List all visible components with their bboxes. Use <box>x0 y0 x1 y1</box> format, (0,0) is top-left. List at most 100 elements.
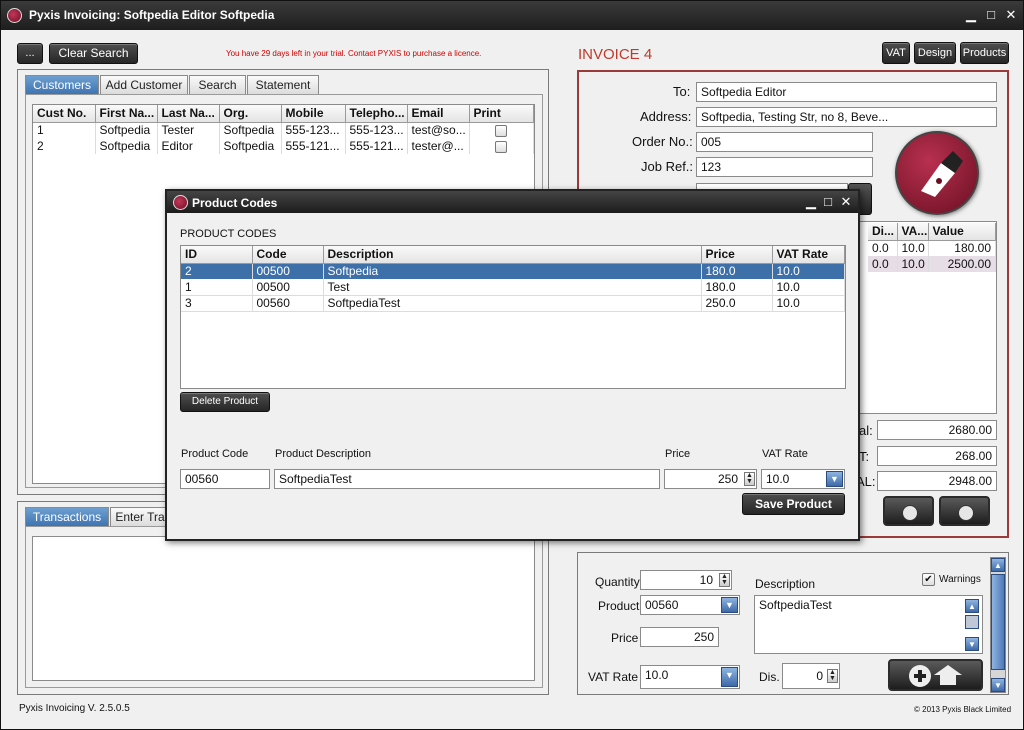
line-entry-scrollbar[interactable]: ▲ ▼ <box>990 557 1006 693</box>
minimize-icon[interactable]: ▁ <box>963 7 979 23</box>
discount-label: Dis. <box>759 670 780 684</box>
address-field[interactable]: Softpedia, Testing Str, no 8, Beve... <box>696 107 997 127</box>
product-label: Product <box>598 599 640 613</box>
to-label: To: <box>673 84 691 99</box>
product-codes-grid[interactable]: ID Code Description Price VAT Rate 2 005… <box>180 245 846 389</box>
product-price-stepper[interactable]: 250 ▲ ▼ <box>664 469 757 489</box>
product-code-field[interactable]: 00560 <box>180 469 270 489</box>
cell: SoftpediaTest <box>323 295 702 311</box>
fountain-pen-icon <box>921 151 963 197</box>
product-price-spin-icon[interactable]: ▲ ▼ <box>744 472 755 486</box>
warnings-label: Warnings <box>939 574 981 585</box>
table-row-selected[interactable]: 2 00500 Softpedia 180.0 10.0 <box>181 263 845 279</box>
dialog-maximize-icon[interactable]: □ <box>820 194 836 210</box>
col-code[interactable]: Code <box>252 246 324 264</box>
collapse-button[interactable]: ... <box>17 43 43 64</box>
description-scroll-up[interactable]: ▲ <box>965 599 979 613</box>
tab-customers[interactable]: Customers <box>25 75 99 94</box>
tab-add-customer[interactable]: Add Customer <box>100 75 188 94</box>
col-mobile[interactable]: Mobile <box>281 105 346 123</box>
invoice-lines-table: Di... VA... Value 0.0 10.0 180.00 0.0 10… <box>868 223 996 272</box>
col-discount[interactable]: Di... <box>868 223 898 241</box>
cell: 180.0 <box>701 263 773 279</box>
table-row[interactable]: 0.0 10.0 180.00 <box>868 240 996 256</box>
tab-search[interactable]: Search <box>189 75 246 94</box>
warnings-checkbox[interactable]: ✔ <box>922 573 935 586</box>
product-vat-rate-select[interactable]: 10.0 ▼ <box>761 469 845 489</box>
scroll-up-icon[interactable]: ▲ <box>991 558 1005 572</box>
description-textarea[interactable]: SoftpediaTest <box>754 595 983 654</box>
product-codes-dialog: Product Codes ▁ □ ✕ PRODUCT CODES ID Cod… <box>165 189 860 541</box>
product-description-field[interactable]: SoftpediaTest <box>274 469 660 489</box>
save-invoice-button[interactable] <box>939 496 990 526</box>
col-id[interactable]: ID <box>181 246 253 264</box>
products-button[interactable]: Products <box>960 42 1009 64</box>
description-scroll-thumb[interactable] <box>965 615 979 629</box>
col-price[interactable]: Price <box>701 246 773 264</box>
col-email[interactable]: Email <box>407 105 470 123</box>
description-scroll-down[interactable]: ▼ <box>965 637 979 651</box>
product-value: 00560 <box>645 598 679 612</box>
dialog-minimize-icon[interactable]: ▁ <box>803 194 819 210</box>
col-print[interactable]: Print <box>469 105 534 123</box>
cell: Softpedia <box>219 122 282 138</box>
vat-total-label: T: <box>859 449 870 464</box>
tab-transactions[interactable]: Transactions <box>25 507 109 526</box>
customers-header-row: Cust No. First Na... Last Na... Org. Mob… <box>33 105 534 123</box>
table-row[interactable]: 3 00560 SoftpediaTest 250.0 10.0 <box>181 295 845 311</box>
col-value[interactable]: Value <box>928 223 996 241</box>
print-cell <box>469 138 534 154</box>
transactions-grid[interactable] <box>32 536 535 681</box>
cell: 0.0 <box>868 240 898 256</box>
table-row[interactable]: 1 00500 Test 180.0 10.0 <box>181 279 845 295</box>
scroll-thumb[interactable] <box>991 574 1005 670</box>
print-checkbox[interactable] <box>495 125 508 138</box>
tab-statement[interactable]: Statement <box>247 75 319 94</box>
discount-stepper[interactable]: 0 ▲ ▼ <box>782 663 840 689</box>
chevron-down-icon[interactable]: ▼ <box>721 597 738 613</box>
new-invoice-button[interactable] <box>883 496 934 526</box>
job-ref-field[interactable]: 123 <box>696 157 873 177</box>
col-vat-rate[interactable]: VAT Rate <box>772 246 845 264</box>
price-field[interactable]: 250 <box>640 627 719 647</box>
col-description[interactable]: Description <box>323 246 702 264</box>
version-label: Pyxis Invoicing V. 2.5.0.5 <box>19 703 130 714</box>
cell: 180.0 <box>701 279 773 295</box>
chevron-down-icon[interactable]: ▼ <box>721 667 738 687</box>
col-vat[interactable]: VA... <box>897 223 929 241</box>
product-code-label: Product Code <box>181 448 249 460</box>
col-org[interactable]: Org. <box>219 105 282 123</box>
cell: 555-123... <box>281 122 346 138</box>
scroll-down-icon[interactable]: ▼ <box>991 678 1005 692</box>
discount-value: 0 <box>816 669 823 683</box>
chevron-down-icon[interactable]: ▼ <box>826 471 843 487</box>
close-icon[interactable]: ✕ <box>1003 7 1019 23</box>
col-first-name[interactable]: First Na... <box>95 105 158 123</box>
cell: 180.00 <box>928 240 996 256</box>
discount-spin-icon[interactable]: ▲ ▼ <box>827 669 838 683</box>
clear-search-button[interactable]: Clear Search <box>49 43 138 64</box>
table-row[interactable]: 0.0 10.0 2500.00 <box>868 256 996 272</box>
quantity-stepper[interactable]: 10 ▲ ▼ <box>640 570 732 590</box>
table-row[interactable]: 2 Softpedia Editor Softpedia 555-121... … <box>33 138 534 154</box>
vat-button[interactable]: VAT <box>882 42 910 64</box>
table-row[interactable]: 1 Softpedia Tester Softpedia 555-123... … <box>33 122 534 138</box>
print-checkbox[interactable] <box>495 140 508 153</box>
maximize-icon[interactable]: □ <box>983 7 999 23</box>
col-telephone[interactable]: Telepho... <box>345 105 408 123</box>
quantity-spin-icon[interactable]: ▲ ▼ <box>719 573 730 587</box>
tab-enter-transaction[interactable]: Enter Tra <box>110 507 170 526</box>
save-icon <box>958 505 974 521</box>
col-last-name[interactable]: Last Na... <box>157 105 220 123</box>
col-cust-no[interactable]: Cust No. <box>33 105 96 123</box>
to-field[interactable]: Softpedia Editor <box>696 82 997 102</box>
dialog-close-icon[interactable]: ✕ <box>838 194 854 210</box>
vat-rate-select[interactable]: 10.0 ▼ <box>640 665 740 689</box>
delete-product-button[interactable]: Delete Product <box>180 392 270 412</box>
order-no-field[interactable]: 005 <box>696 132 873 152</box>
cell: 555-121... <box>345 138 408 154</box>
add-line-button[interactable] <box>888 659 983 691</box>
design-button[interactable]: Design <box>914 42 956 64</box>
save-product-button[interactable]: Save Product <box>742 493 845 515</box>
product-select[interactable]: 00560 ▼ <box>640 595 740 615</box>
